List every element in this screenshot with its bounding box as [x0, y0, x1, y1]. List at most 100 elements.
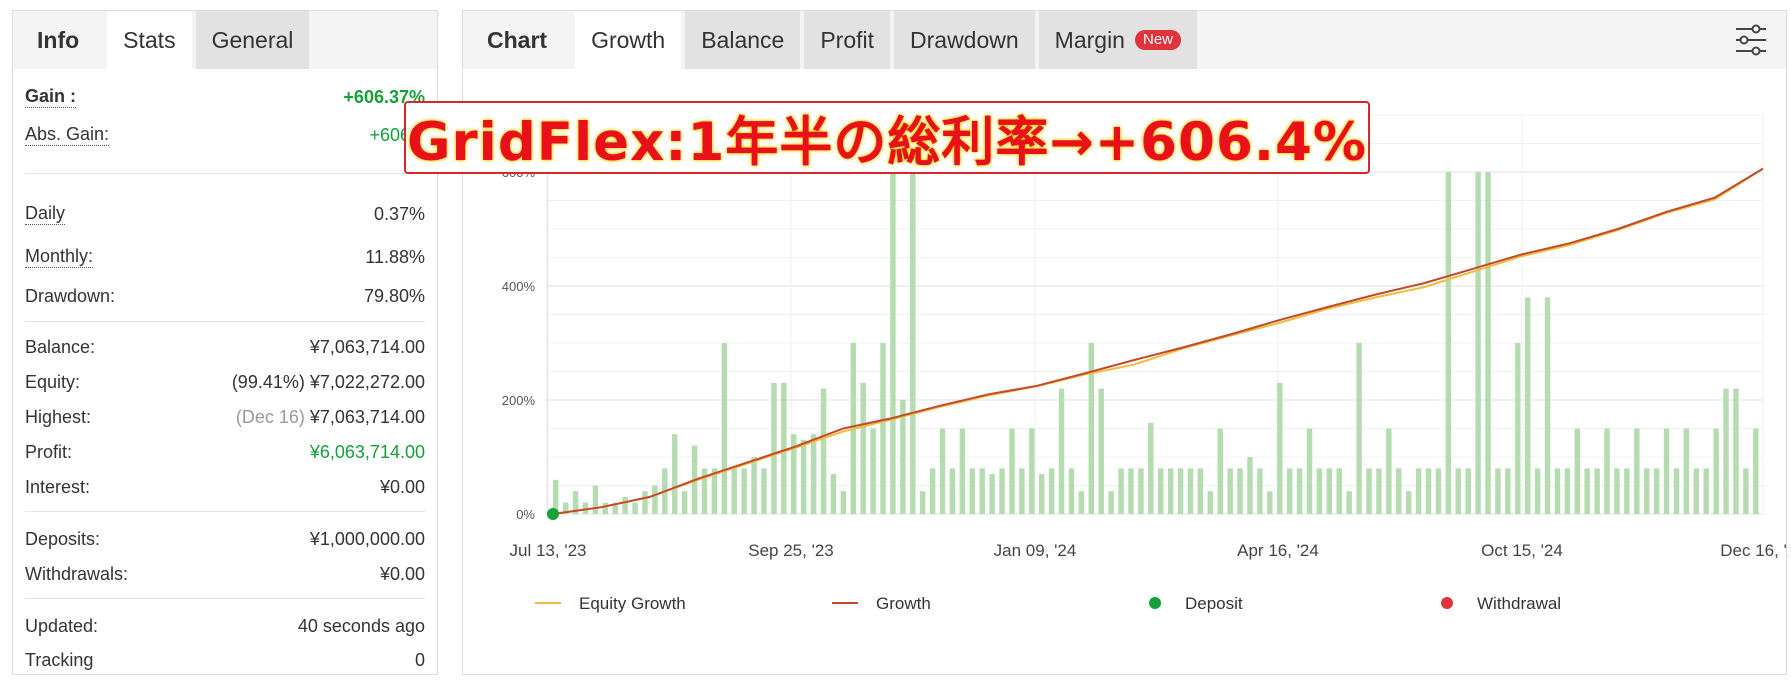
growth-bar — [870, 428, 876, 514]
growth-bar — [1038, 474, 1045, 514]
interest-value: ¥0.00 — [379, 476, 425, 497]
daily-value: 0.37% — [373, 203, 425, 224]
growth-bar — [751, 457, 757, 514]
growth-bar — [1495, 468, 1501, 514]
growth-bar — [1128, 468, 1134, 514]
growth-bar — [929, 468, 936, 514]
equity-value: ¥7,022,272.00 — [309, 371, 425, 392]
growth-bar — [1058, 388, 1065, 514]
growth-bar — [880, 343, 886, 514]
drawdown-row: Drawdown: 79.80% — [25, 282, 425, 310]
gain-row: Gain : +606.37% — [25, 83, 425, 111]
growth-bar — [1158, 468, 1164, 514]
divider — [25, 598, 425, 599]
growth-bar — [1723, 388, 1729, 514]
x-tick-label: Jan 09, '24 — [994, 541, 1077, 560]
highest-label: Highest: — [25, 406, 92, 427]
growth-bar — [741, 468, 747, 514]
tracking-row: Tracking 0 — [25, 646, 425, 674]
profit-value: ¥6,063,714.00 — [309, 441, 425, 462]
gain-label[interactable]: Gain : — [25, 86, 77, 108]
x-tick-label: Sep 25, '23 — [748, 541, 833, 560]
growth-bar — [1336, 468, 1342, 514]
equity-percent: (99.41%) — [231, 371, 305, 392]
growth-bar — [1247, 457, 1253, 514]
growth-bar — [1217, 428, 1223, 514]
growth-bar — [1346, 491, 1352, 514]
balance-row: Balance: ¥7,063,714.00 — [25, 333, 425, 361]
monthly-label[interactable]: Monthly: — [25, 246, 94, 268]
growth-bar — [1267, 491, 1273, 514]
tab-stats[interactable]: Stats — [107, 11, 192, 69]
growth-bar — [1753, 428, 1759, 514]
growth-bar — [1118, 468, 1124, 514]
growth-bar — [592, 485, 599, 514]
growth-bar — [949, 468, 956, 514]
legend-growth-label: Growth — [876, 594, 931, 613]
deposits-value: ¥1,000,000.00 — [309, 528, 425, 549]
growth-bar — [810, 434, 817, 514]
abs-gain-label[interactable]: Abs. Gain: — [25, 124, 110, 146]
growth-bar — [652, 485, 658, 514]
legend-equity-growth-label: Equity Growth — [579, 594, 686, 613]
growth-bar — [1534, 468, 1541, 514]
growth-bar — [721, 343, 728, 514]
growth-bar — [1415, 468, 1422, 514]
stats-panel: Info Stats General Gain : +606.37% Abs. … — [12, 10, 438, 675]
growth-bar — [1693, 468, 1700, 514]
growth-bar — [860, 382, 866, 514]
abs-gain-row: Abs. Gain: +606.3 — [25, 121, 425, 149]
growth-bar — [632, 502, 638, 514]
growth-bar — [1485, 172, 1491, 514]
growth-bar — [1425, 468, 1432, 514]
growth-bar — [999, 468, 1005, 514]
tab-general[interactable]: General — [195, 11, 310, 69]
equity-value-wrap: (99.41%) ¥7,022,272.00 — [232, 372, 425, 393]
highest-date: (Dec 16) — [235, 406, 305, 427]
growth-bar — [1386, 428, 1392, 514]
growth-bar — [800, 439, 807, 514]
y-tick-label: 200% — [502, 393, 536, 408]
divider — [25, 173, 425, 174]
growth-bar — [1019, 468, 1025, 514]
legend-withdrawal-label: Withdrawal — [1477, 594, 1561, 613]
growth-bar — [1743, 468, 1749, 514]
y-tick-label: 0% — [516, 507, 535, 522]
x-tick-label: Oct 15, '24 — [1481, 541, 1563, 560]
growth-bar — [1316, 468, 1323, 514]
deposits-label: Deposits: — [25, 528, 101, 549]
growth-bar — [1475, 172, 1481, 514]
growth-bar — [1237, 468, 1243, 514]
growth-bar — [1257, 468, 1263, 514]
drawdown-label: Drawdown: — [25, 285, 116, 306]
growth-bar — [1227, 468, 1233, 514]
x-tick-label: Jul 13, '23 — [510, 541, 587, 560]
growth-bar — [1435, 468, 1442, 514]
deposit-point — [547, 508, 559, 520]
highest-value: ¥7,063,714.00 — [309, 406, 425, 427]
interest-row: Interest: ¥0.00 — [25, 473, 425, 501]
growth-bar — [979, 468, 985, 514]
growth-bar — [1177, 468, 1184, 514]
highest-value-wrap: (Dec 16) ¥7,063,714.00 — [236, 407, 425, 428]
growth-bar — [820, 388, 827, 514]
x-tick-label: Apr 16, '24 — [1237, 541, 1319, 560]
growth-bar — [959, 428, 966, 514]
growth-bar — [1554, 468, 1561, 514]
growth-bar — [1564, 468, 1571, 514]
balance-value: ¥7,063,714.00 — [309, 336, 425, 357]
growth-bar — [1405, 491, 1412, 514]
growth-bar — [1733, 388, 1739, 514]
left-tabbar: Info Stats General — [13, 11, 437, 69]
growth-bar — [1594, 468, 1600, 514]
growth-bar — [1296, 468, 1303, 514]
daily-label[interactable]: Daily — [25, 203, 66, 225]
growth-bar — [1187, 468, 1194, 514]
growth-bar — [1653, 468, 1660, 514]
growth-bar — [1048, 468, 1055, 514]
divider — [25, 321, 425, 322]
growth-bar — [1713, 428, 1719, 514]
growth-bar — [1673, 468, 1680, 514]
growth-bar — [1396, 468, 1402, 514]
growth-bar — [1009, 428, 1015, 514]
